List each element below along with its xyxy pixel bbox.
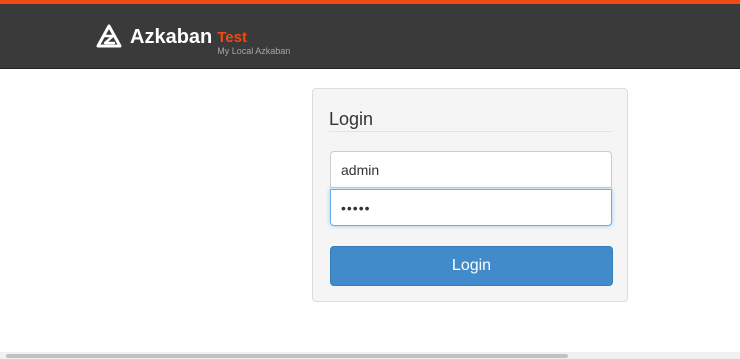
login-button[interactable]: Login: [330, 246, 613, 286]
brand-name: Azkaban: [130, 26, 213, 48]
username-input[interactable]: [330, 151, 612, 188]
password-input[interactable]: [330, 189, 612, 226]
login-panel: Login Login: [312, 88, 628, 302]
login-title: Login: [329, 109, 374, 129]
title-divider: [329, 131, 613, 132]
horizontal-scrollbar-thumb[interactable]: [6, 354, 568, 358]
navbar: Azkaban Test My Local Azkaban: [0, 4, 740, 69]
brand[interactable]: Azkaban Test My Local Azkaban: [96, 20, 290, 60]
brand-tagline: My Local Azkaban: [217, 46, 291, 56]
azkaban-logo-icon: [96, 24, 122, 48]
environment-label: Test: [217, 29, 247, 46]
brand-subtitle: Test My Local Azkaban: [217, 29, 291, 57]
